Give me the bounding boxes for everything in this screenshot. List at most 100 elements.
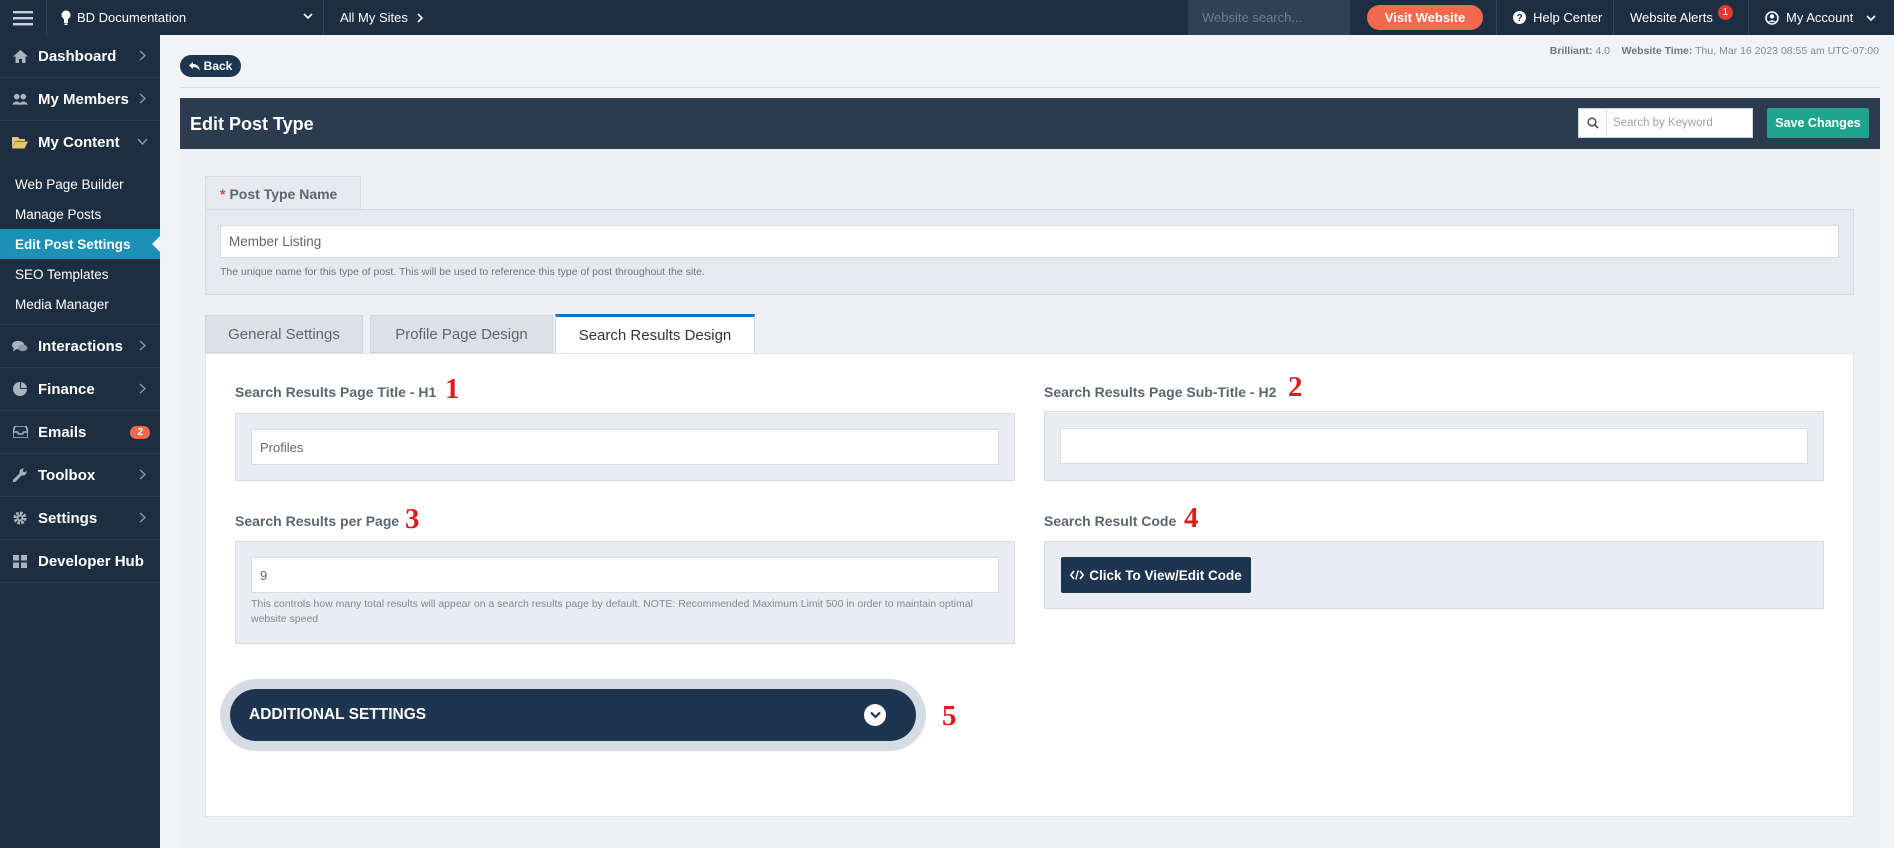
my-account-menu[interactable]: My Account xyxy=(1748,0,1894,35)
wrench-icon xyxy=(12,468,28,482)
website-alerts-link[interactable]: Website Alerts 1 xyxy=(1613,0,1743,35)
page-title: Edit Post Type xyxy=(190,114,314,134)
tab-search-results-design[interactable]: Search Results Design xyxy=(555,314,755,354)
sidebar-item-settings[interactable]: Settings xyxy=(0,497,160,540)
chevron-down-icon xyxy=(864,704,886,726)
pie-chart-icon xyxy=(12,382,28,396)
website-search-input[interactable]: Website search... xyxy=(1188,0,1350,35)
site-selector[interactable]: BD Documentation xyxy=(46,0,324,35)
divider xyxy=(180,87,1880,88)
my-account-label: My Account xyxy=(1786,10,1854,25)
post-type-name-label: * Post Type Name xyxy=(205,176,361,210)
website-time: Thu, Mar 16 2023 08:55 am UTC-07:00 xyxy=(1695,45,1879,57)
post-type-name-label-text: Post Type Name xyxy=(229,185,338,202)
sidebar-item-label: Emails xyxy=(38,423,87,441)
back-label: Back xyxy=(203,59,233,73)
user-circle-icon xyxy=(1765,10,1779,25)
hamburger-menu-icon[interactable] xyxy=(0,0,46,35)
annotation-4: 4 xyxy=(1184,502,1199,534)
svg-text:?: ? xyxy=(1516,13,1522,24)
help-center-link[interactable]: ? Help Center xyxy=(1496,0,1614,35)
sidebar-item-dashboard[interactable]: Dashboard xyxy=(0,35,160,78)
back-button[interactable]: Back xyxy=(180,55,241,77)
sidebar-item-label: My Content xyxy=(38,134,120,151)
gear-icon xyxy=(12,511,28,525)
brilliant-version: 4.0 xyxy=(1595,45,1610,57)
sidebar-item-toolbox[interactable]: Toolbox xyxy=(0,454,160,497)
h2-subtitle-label: Search Results Page Sub-Title - H2 xyxy=(1044,384,1277,400)
sidebar-item-label: Developer Hub xyxy=(38,552,144,570)
alerts-count-badge: 1 xyxy=(1717,5,1733,20)
all-sites-link[interactable]: All My Sites xyxy=(340,0,424,35)
keyword-search-placeholder: Search by Keyword xyxy=(1613,117,1713,129)
sidebar: Dashboard My Members My Content Web Page… xyxy=(0,35,160,848)
annotation-5: 5 xyxy=(942,700,957,732)
chevron-down-icon xyxy=(303,11,313,21)
search-result-code-label: Search Result Code xyxy=(1044,513,1177,529)
chevron-right-icon xyxy=(139,50,146,61)
sidebar-item-developer-hub[interactable]: Developer Hub xyxy=(0,540,160,583)
sidebar-item-finance[interactable]: Finance xyxy=(0,368,160,411)
sidebar-item-label: My Members xyxy=(38,90,129,108)
tab-profile-page-design[interactable]: Profile Page Design xyxy=(370,315,553,353)
visit-website-button[interactable]: Visit Website xyxy=(1367,5,1483,30)
emails-count-badge: 2 xyxy=(130,426,150,439)
lightbulb-icon xyxy=(61,10,71,26)
save-changes-button[interactable]: Save Changes xyxy=(1767,108,1869,138)
my-content-submenu: Web Page Builder Manage Posts Edit Post … xyxy=(0,164,160,325)
chevron-right-icon xyxy=(139,469,146,480)
help-center-label: Help Center xyxy=(1533,10,1603,25)
post-type-name-input[interactable]: Member Listing xyxy=(220,225,1839,258)
post-type-name-box: Member Listing The unique name for this … xyxy=(205,209,1854,295)
chevron-down-icon xyxy=(137,138,148,145)
sidebar-item-label: Settings xyxy=(38,509,98,527)
sidebar-item-label: Dashboard xyxy=(38,47,117,65)
sidebar-subitem-seo-templates[interactable]: SEO Templates xyxy=(0,259,160,289)
sidebar-item-interactions[interactable]: Interactions xyxy=(0,325,160,368)
users-icon xyxy=(12,93,28,106)
annotation-1: 1 xyxy=(445,373,460,405)
all-sites-label: All My Sites xyxy=(340,10,408,25)
chevron-right-icon xyxy=(139,93,146,104)
chevron-down-icon xyxy=(1866,13,1876,23)
sidebar-item-label: Finance xyxy=(38,380,95,398)
page-header: Edit Post Type Search by Keyword Save Ch… xyxy=(180,98,1880,149)
per-page-label: Search Results per Page xyxy=(235,513,400,529)
code-icon xyxy=(1070,570,1085,580)
comments-icon xyxy=(12,340,28,353)
chevron-right-icon xyxy=(139,512,146,523)
reply-arrow-icon xyxy=(188,61,200,71)
sidebar-item-label: Toolbox xyxy=(38,466,96,484)
sidebar-item-emails[interactable]: Emails 2 xyxy=(0,411,160,454)
inbox-icon xyxy=(12,426,28,438)
folder-open-icon xyxy=(12,136,28,149)
grid-icon xyxy=(12,554,28,568)
sidebar-item-my-members[interactable]: My Members xyxy=(0,78,160,121)
annotation-3: 3 xyxy=(405,503,420,535)
additional-settings-toggle[interactable]: ADDITIONAL SETTINGS xyxy=(230,689,916,741)
per-page-help: This controls how many total results wil… xyxy=(251,598,973,625)
tab-general-settings[interactable]: General Settings xyxy=(205,315,363,353)
post-type-name-help: The unique name for this type of post. T… xyxy=(220,266,705,278)
sidebar-item-my-content[interactable]: My Content xyxy=(0,121,160,164)
version-time-info: Brilliant: 4.0 Website Time: Thu, Mar 16… xyxy=(1550,45,1879,57)
top-bar: BD Documentation All My Sites Website se… xyxy=(0,0,1894,35)
sidebar-item-label: Interactions xyxy=(38,337,124,355)
additional-settings-wrapper: ADDITIONAL SETTINGS xyxy=(220,679,926,751)
sidebar-subitem-web-page-builder[interactable]: Web Page Builder xyxy=(0,169,160,199)
per-page-input[interactable]: 9 xyxy=(251,557,999,593)
chevron-right-icon xyxy=(139,383,146,394)
view-edit-code-button[interactable]: Click To View/Edit Code xyxy=(1061,557,1251,593)
sidebar-subitem-manage-posts[interactable]: Manage Posts xyxy=(0,199,160,229)
h2-subtitle-input[interactable] xyxy=(1060,428,1808,464)
website-alerts-label: Website Alerts xyxy=(1630,10,1713,25)
h1-title-input[interactable]: Profiles xyxy=(251,429,999,465)
home-icon xyxy=(12,49,28,63)
sidebar-subitem-edit-post-settings[interactable]: Edit Post Settings xyxy=(0,229,160,259)
keyword-search-input[interactable]: Search by Keyword xyxy=(1578,108,1753,138)
annotation-2: 2 xyxy=(1288,371,1303,403)
required-mark: * xyxy=(220,185,226,202)
sidebar-subitem-media-manager[interactable]: Media Manager xyxy=(0,289,160,319)
brilliant-label: Brilliant: xyxy=(1549,45,1593,57)
question-circle-icon: ? xyxy=(1513,11,1526,24)
